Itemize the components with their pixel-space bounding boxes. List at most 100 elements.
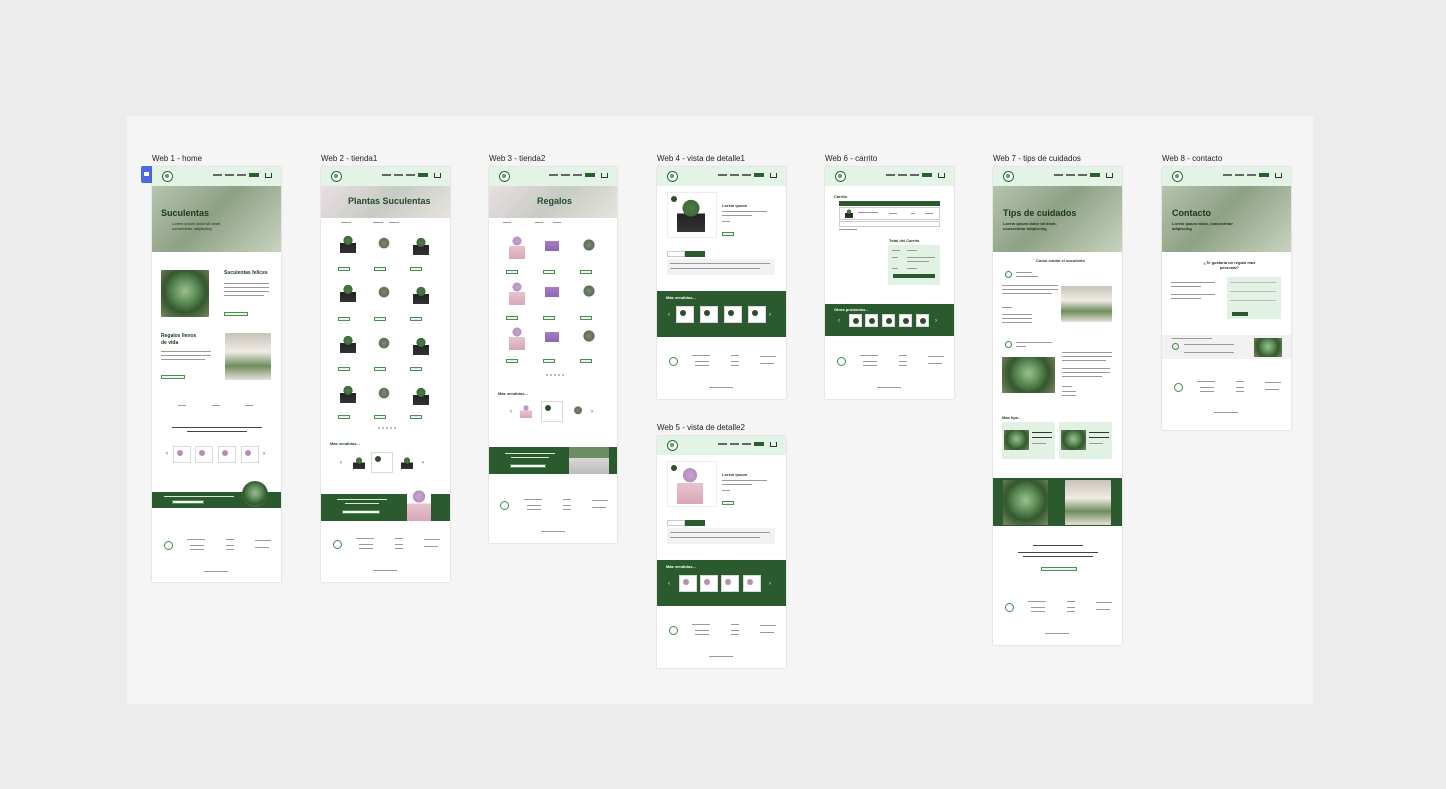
nav-button[interactable] bbox=[922, 173, 932, 177]
artboard-label-home[interactable]: Web 1 - home bbox=[152, 154, 202, 163]
buy-button[interactable] bbox=[543, 359, 555, 363]
buy-button[interactable] bbox=[374, 415, 386, 419]
band-button[interactable] bbox=[342, 510, 380, 514]
product-thumb[interactable] bbox=[700, 306, 718, 323]
buy-button[interactable] bbox=[543, 270, 555, 274]
product-thumb[interactable] bbox=[676, 306, 694, 323]
cart-icon[interactable] bbox=[265, 173, 272, 178]
buy-button[interactable] bbox=[410, 367, 422, 371]
pagination[interactable] bbox=[378, 427, 396, 429]
buy-button[interactable] bbox=[506, 270, 518, 274]
checkout-button[interactable] bbox=[893, 274, 935, 278]
nav-button[interactable] bbox=[754, 173, 764, 177]
cta-button[interactable] bbox=[224, 312, 248, 316]
tab-care[interactable] bbox=[685, 251, 705, 257]
buy-button[interactable] bbox=[374, 367, 386, 371]
buy-button[interactable] bbox=[580, 316, 592, 320]
buy-button[interactable] bbox=[410, 415, 422, 419]
chevron-right-icon[interactable]: › bbox=[263, 451, 265, 457]
buy-button[interactable] bbox=[410, 267, 422, 271]
chevron-right-icon[interactable]: › bbox=[422, 460, 424, 466]
product-thumb[interactable] bbox=[218, 446, 236, 463]
product-thumb[interactable] bbox=[401, 457, 413, 469]
chevron-right-icon[interactable]: › bbox=[769, 581, 771, 587]
product-thumb-selected[interactable] bbox=[541, 401, 563, 422]
tab-description[interactable] bbox=[667, 251, 685, 257]
cta-button[interactable] bbox=[161, 375, 185, 379]
artboard-label-carrito[interactable]: Web 6 - carrito bbox=[825, 154, 877, 163]
product-thumb[interactable] bbox=[679, 575, 697, 592]
product-thumb[interactable] bbox=[865, 314, 878, 327]
artboard-carrito[interactable]: Carrito Total del Carrito Otros producto… bbox=[825, 167, 954, 399]
artboard-label-tienda2[interactable]: Web 3 - tienda2 bbox=[489, 154, 545, 163]
artboard-tips[interactable]: Tips de cuidados Lorem ipsum dolor sit a… bbox=[993, 167, 1122, 645]
cart-icon[interactable] bbox=[1275, 173, 1282, 178]
band-button[interactable] bbox=[172, 500, 204, 504]
product-thumb[interactable] bbox=[241, 446, 259, 463]
buy-button[interactable] bbox=[338, 415, 350, 419]
cart-icon[interactable] bbox=[601, 173, 608, 178]
artboard-label-contacto[interactable]: Web 8 - contacto bbox=[1162, 154, 1222, 163]
buy-button[interactable] bbox=[580, 359, 592, 363]
nav-button[interactable] bbox=[418, 173, 428, 177]
buy-button[interactable] bbox=[580, 270, 592, 274]
buy-button[interactable] bbox=[374, 267, 386, 271]
nav-button[interactable] bbox=[585, 173, 595, 177]
product-thumb[interactable] bbox=[571, 404, 585, 418]
artboard-label-detalle1[interactable]: Web 4 - vista de detalle1 bbox=[657, 154, 745, 163]
product-thumb[interactable] bbox=[700, 575, 718, 592]
artboard-contacto[interactable]: Contacto Lorem ipsum dolor, consectetur … bbox=[1162, 167, 1291, 430]
buy-button[interactable] bbox=[338, 367, 350, 371]
nav-button[interactable] bbox=[754, 442, 764, 446]
nav-button[interactable] bbox=[1090, 173, 1100, 177]
artboard-label-tips[interactable]: Web 7 - tips de cuidados bbox=[993, 154, 1081, 163]
chevron-left-icon[interactable]: ‹ bbox=[510, 409, 512, 415]
product-thumb[interactable] bbox=[882, 314, 895, 327]
artboard-home[interactable]: Suculentas Lorem ipsum dolor sit amet, c… bbox=[152, 167, 281, 582]
product-thumb[interactable] bbox=[849, 314, 862, 327]
instagram-icon[interactable] bbox=[1172, 343, 1179, 350]
artboard-tienda1[interactable]: Plantas Suculentas Más vendidos... ‹ › bbox=[321, 167, 450, 582]
add-to-cart-button[interactable] bbox=[722, 501, 734, 505]
buy-button[interactable] bbox=[338, 267, 350, 271]
chevron-right-icon[interactable]: › bbox=[935, 318, 937, 324]
buy-button[interactable] bbox=[543, 316, 555, 320]
artboard-label-detalle2[interactable]: Web 5 - vista de detalle2 bbox=[657, 423, 745, 432]
product-thumb[interactable] bbox=[353, 457, 365, 469]
buy-button[interactable] bbox=[506, 316, 518, 320]
nav-button[interactable] bbox=[249, 173, 259, 177]
product-thumb[interactable] bbox=[173, 446, 191, 463]
buy-button[interactable] bbox=[506, 359, 518, 363]
chevron-left-icon[interactable]: ‹ bbox=[838, 318, 840, 324]
chevron-left-icon[interactable]: ‹ bbox=[166, 451, 168, 457]
artboard-detalle1[interactable]: Lorem ipsum Más vendidos... ‹ › bbox=[657, 167, 786, 399]
product-thumb[interactable] bbox=[721, 575, 739, 592]
coupon-row[interactable] bbox=[839, 221, 940, 227]
cart-icon[interactable] bbox=[434, 173, 441, 178]
product-thumb[interactable] bbox=[899, 314, 912, 327]
tab-care[interactable] bbox=[685, 520, 705, 526]
cart-icon[interactable] bbox=[770, 442, 777, 447]
chevron-left-icon[interactable]: ‹ bbox=[668, 581, 670, 587]
cart-icon[interactable] bbox=[770, 173, 777, 178]
nav-button[interactable] bbox=[1259, 173, 1269, 177]
product-thumb[interactable] bbox=[195, 446, 213, 463]
band-button[interactable] bbox=[510, 464, 546, 468]
artboard-label-tienda1[interactable]: Web 2 - tienda1 bbox=[321, 154, 377, 163]
home-icon[interactable] bbox=[141, 166, 152, 183]
pagination[interactable] bbox=[546, 374, 564, 376]
product-thumb[interactable] bbox=[724, 306, 742, 323]
chevron-right-icon[interactable]: › bbox=[591, 409, 593, 415]
artboard-detalle2[interactable]: Lorem ipsum Más vendidos... ‹ › bbox=[657, 436, 786, 668]
artboard-tienda2[interactable]: Regalos Más vendidos... ‹ › bbox=[489, 167, 617, 543]
product-thumb[interactable] bbox=[743, 575, 761, 592]
product-thumb[interactable] bbox=[916, 314, 929, 327]
buy-button[interactable] bbox=[374, 317, 386, 321]
chevron-right-icon[interactable]: › bbox=[769, 312, 771, 318]
buy-button[interactable] bbox=[338, 317, 350, 321]
buy-button[interactable] bbox=[410, 317, 422, 321]
send-button[interactable] bbox=[1232, 312, 1248, 316]
product-thumb[interactable] bbox=[748, 306, 766, 323]
cart-icon[interactable] bbox=[1106, 173, 1113, 178]
tab-description[interactable] bbox=[667, 520, 685, 526]
